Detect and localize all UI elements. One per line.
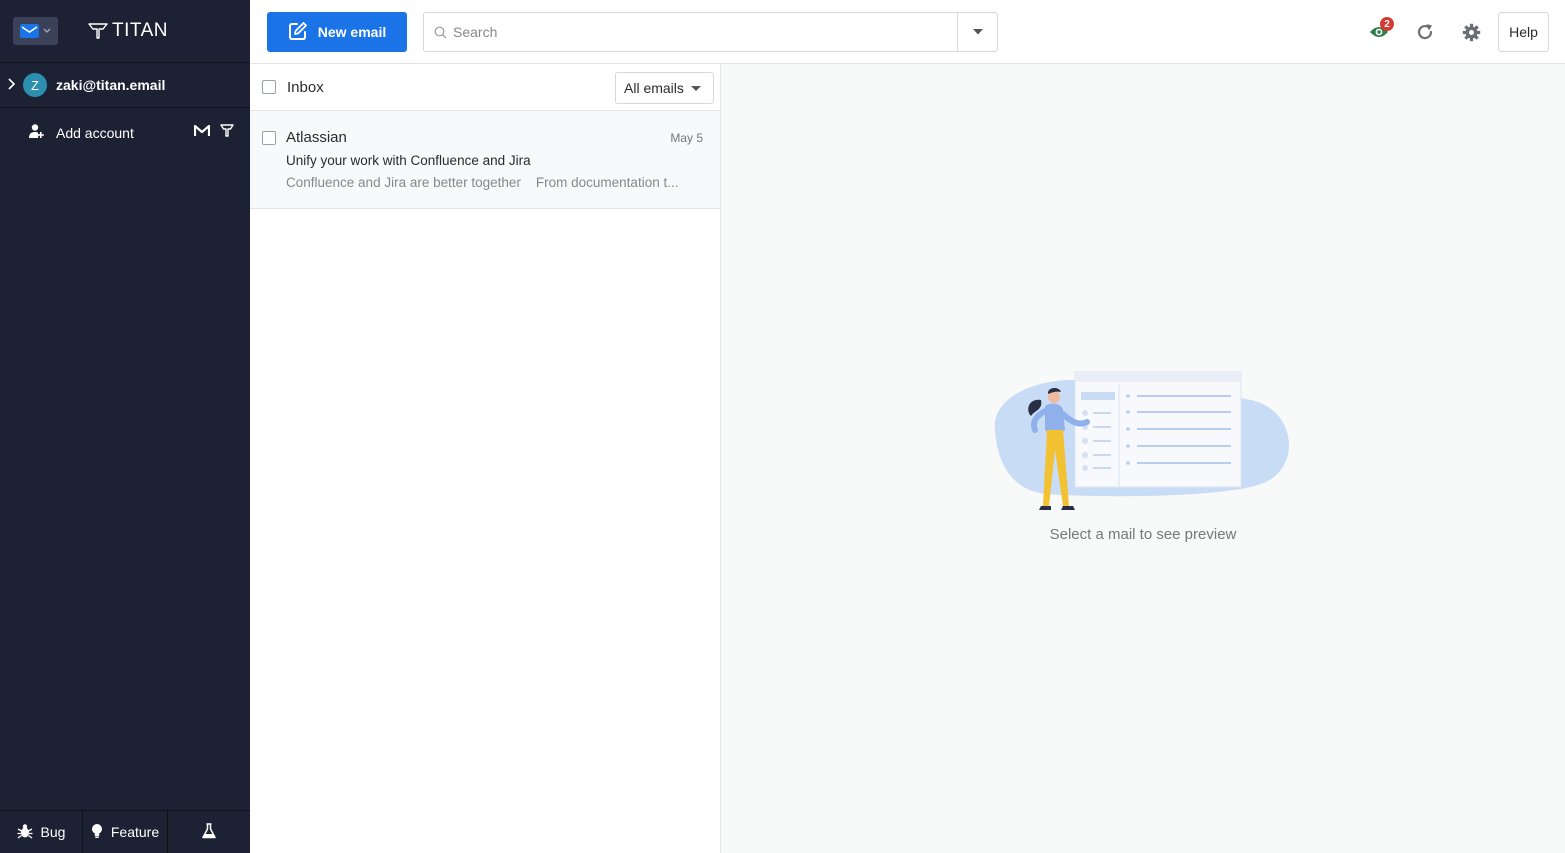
add-user-icon [28, 123, 44, 144]
report-bug-button[interactable]: Bug [0, 811, 83, 853]
compose-icon [288, 21, 308, 44]
email-list-pane: Inbox All emails Atlassian May 5 Unify y… [250, 64, 721, 853]
notification-badge: 2 [1380, 17, 1394, 31]
brand-name: TITAN [112, 20, 168, 41]
titan-logo-icon [88, 23, 108, 39]
add-account-label: Add account [56, 125, 134, 141]
chevron-right-icon[interactable] [6, 77, 22, 93]
search-options-button[interactable] [957, 13, 997, 51]
email-sender: Atlassian [286, 129, 347, 146]
filter-value: All emails [624, 80, 684, 96]
help-button[interactable]: Help [1498, 12, 1549, 52]
select-all-checkbox[interactable] [262, 80, 276, 94]
empty-state-illustration [994, 371, 1289, 510]
new-email-button[interactable]: New email [267, 12, 407, 52]
sidebar-header: TITAN [0, 0, 250, 63]
gmail-icon[interactable] [193, 124, 211, 142]
refresh-button[interactable] [1402, 12, 1448, 52]
add-account-button[interactable]: Add account [0, 108, 250, 158]
list-header: Inbox All emails [250, 64, 720, 111]
flask-icon [202, 822, 216, 842]
app-switcher-button[interactable] [13, 17, 58, 45]
email-list-item[interactable]: Atlassian May 5 Unify your work with Con… [250, 111, 720, 209]
top-toolbar: New email 2 Help [250, 0, 1565, 64]
lightbulb-icon [91, 823, 103, 842]
bug-label: Bug [40, 824, 66, 840]
account-item[interactable]: Z zaki@titan.email [0, 63, 250, 108]
empty-preview-message: Select a mail to see preview [1049, 526, 1237, 543]
sidebar: TITAN Z zaki@titan.email Add account Bug… [0, 0, 250, 853]
feature-label: Feature [110, 824, 160, 840]
email-date: May 5 [670, 131, 703, 145]
labs-button[interactable] [168, 811, 250, 853]
new-email-label: New email [317, 24, 387, 40]
toolbar-actions: 2 Help [1356, 12, 1549, 52]
request-feature-button[interactable]: Feature [83, 811, 168, 853]
bug-icon [17, 823, 33, 842]
email-filter-dropdown[interactable]: All emails [615, 72, 714, 104]
search-input[interactable] [453, 24, 933, 40]
email-checkbox[interactable] [262, 131, 276, 145]
settings-button[interactable] [1448, 12, 1494, 52]
email-subject: Unify your work with Confluence and Jira [286, 153, 531, 168]
avatar: Z [23, 73, 47, 97]
sidebar-footer: Bug Feature [0, 810, 250, 853]
notifications-button[interactable]: 2 [1356, 12, 1402, 52]
gear-icon [1462, 23, 1480, 41]
provider-icons [193, 124, 234, 142]
search-box [423, 12, 998, 52]
preview-pane: Select a mail to see preview [721, 64, 1565, 853]
caret-down-icon [972, 29, 983, 35]
email-preview: Confluence and Jira are better together … [286, 175, 679, 190]
folder-title: Inbox [287, 78, 324, 96]
chevron-down-icon [43, 26, 51, 36]
titan-logo: TITAN [88, 20, 168, 42]
refresh-icon [1417, 24, 1433, 40]
mail-icon [20, 24, 39, 38]
search-icon [434, 26, 447, 39]
titan-provider-icon[interactable] [220, 124, 234, 142]
account-email: zaki@titan.email [56, 77, 166, 93]
caret-down-icon [691, 86, 701, 91]
